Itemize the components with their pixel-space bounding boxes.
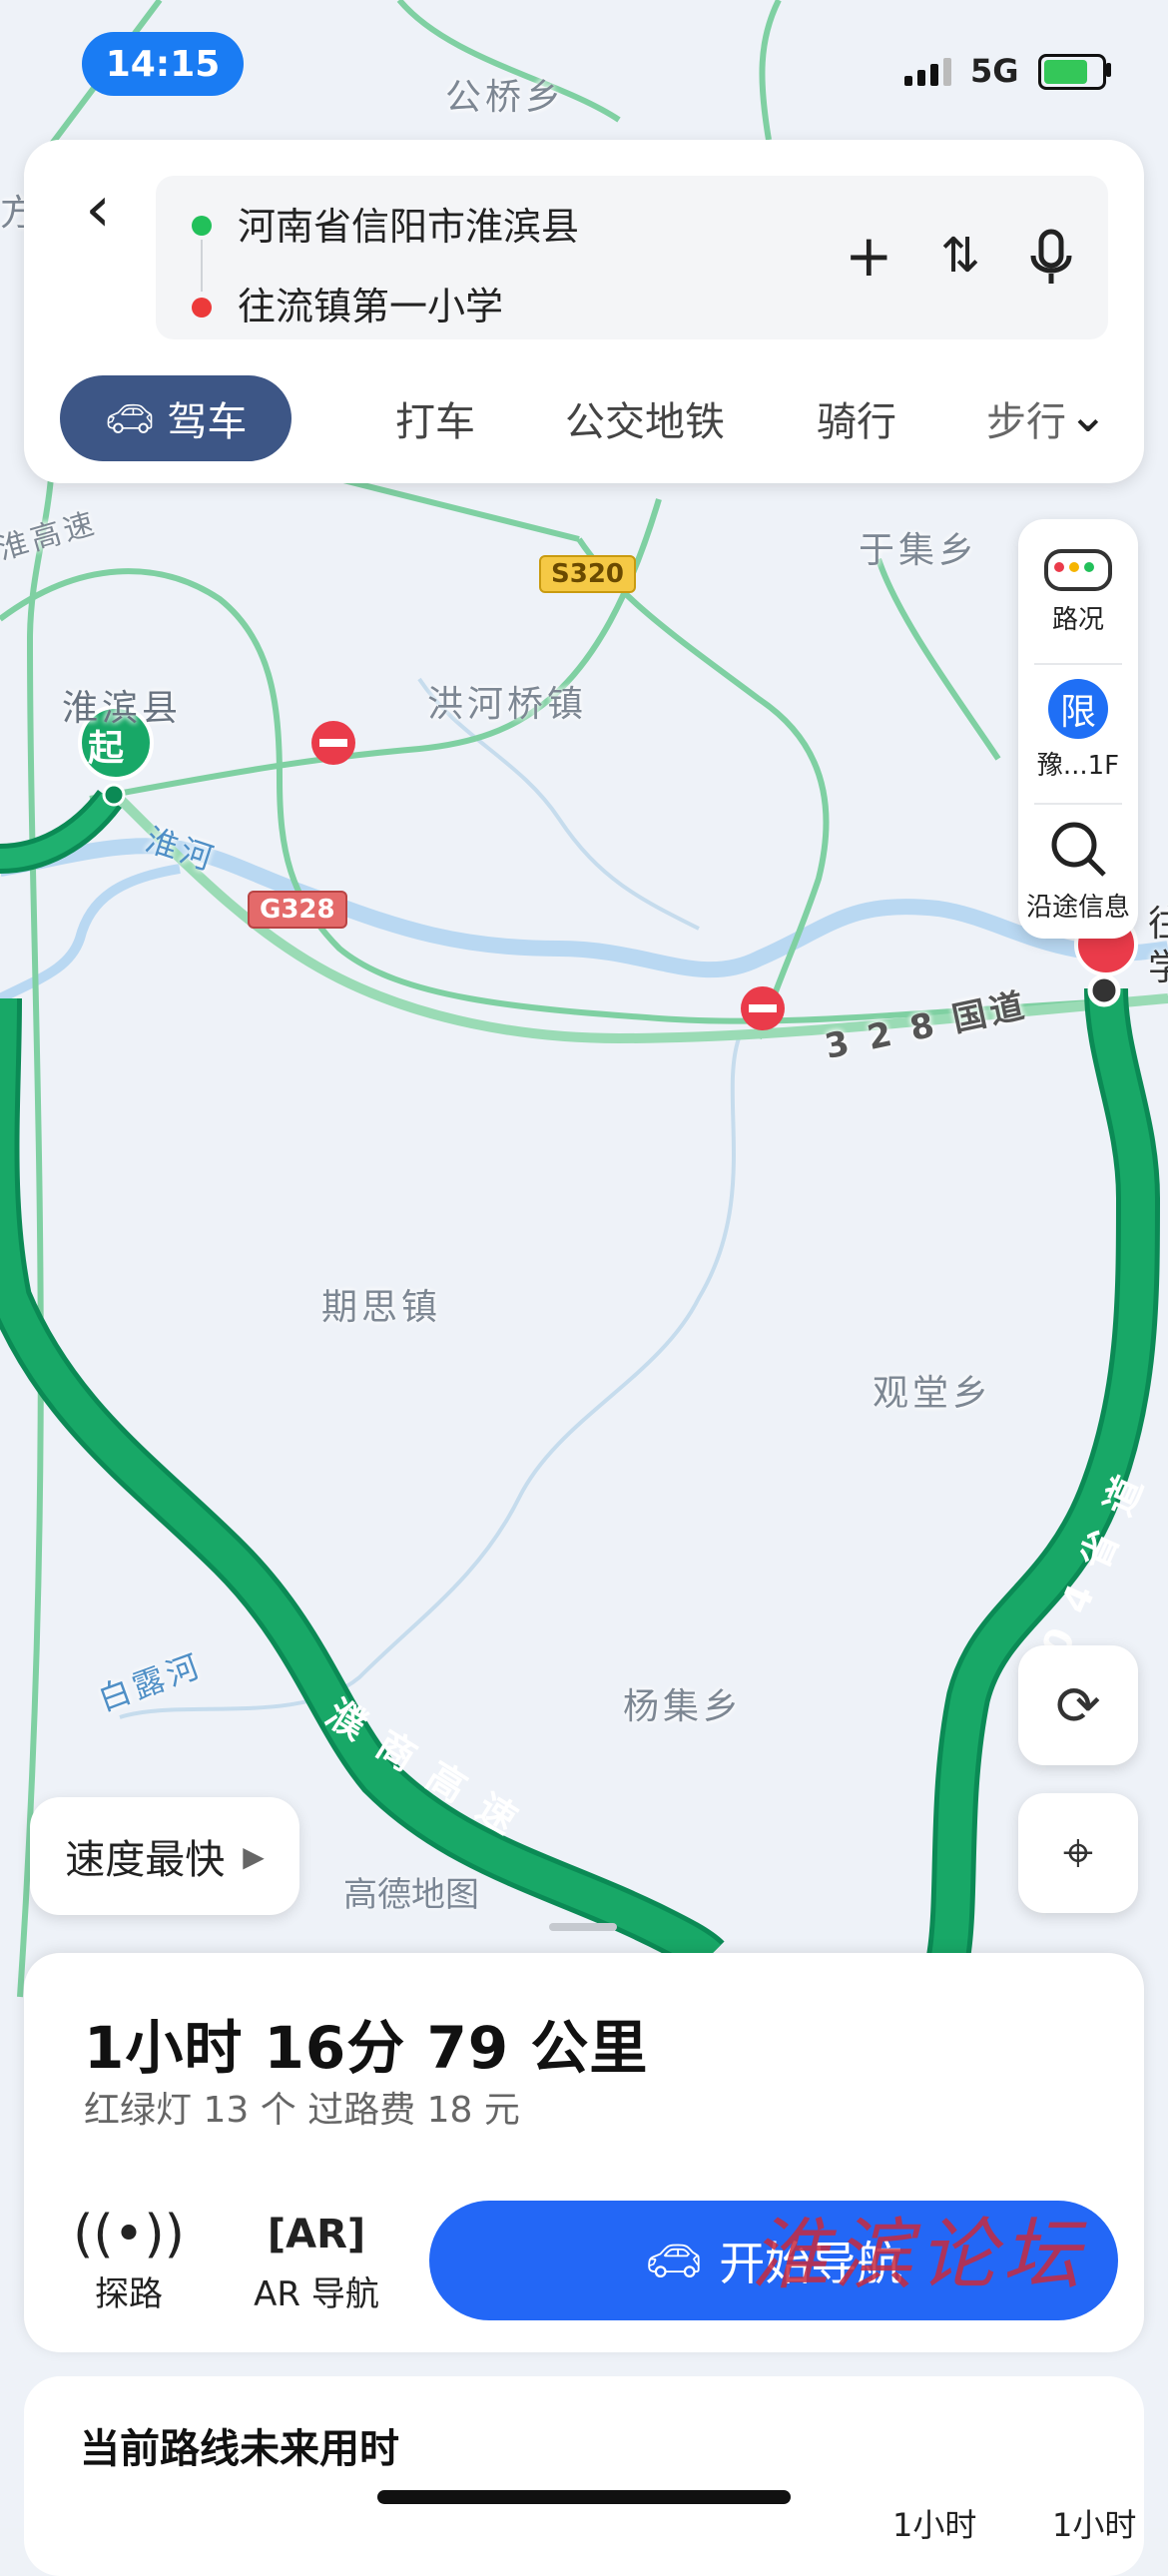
map-label-yangji: 杨集乡	[623, 1686, 744, 1727]
map-label-guantang: 观堂乡	[873, 1373, 993, 1414]
home-indicator[interactable]	[377, 2490, 791, 2504]
map-brand: 高德地图	[343, 1875, 479, 1915]
road-badge-g328: G328	[248, 891, 347, 929]
traffic-light-icon	[1044, 549, 1112, 591]
route-search-card: ‹ 河南省信阳市淮滨县 往流镇第一小学 + ⇅ 🚗︎ 驾车 打车 公交地铁 骑行…	[24, 140, 1144, 483]
destination-dot-icon	[192, 298, 212, 318]
map-label-honghe: 洪河桥镇	[427, 684, 588, 725]
plus-icon[interactable]: +	[845, 226, 893, 286]
tab-bike[interactable]: 骑行	[817, 375, 896, 461]
tab-drive[interactable]: 🚗︎ 驾车	[60, 375, 292, 461]
future-time-title: 当前路线未来用时	[80, 2426, 399, 2472]
refresh-icon: ⟳	[1055, 1673, 1101, 1737]
destination-field[interactable]: 往流镇第一小学	[238, 276, 503, 330]
map-label-edge-right-2: 学	[1148, 939, 1168, 990]
start-marker-label: 起	[88, 728, 125, 769]
locate-icon: ⌖	[1062, 1821, 1094, 1884]
explore-button[interactable]: ((•)) 探路	[64, 2203, 194, 2315]
drag-handle[interactable]	[549, 1923, 617, 1931]
tab-transit[interactable]: 公交地铁	[565, 375, 725, 461]
origin-dot-icon	[192, 216, 212, 236]
map-label-qisi: 期思镇	[321, 1287, 442, 1328]
ar-icon: [AR]	[267, 2212, 366, 2257]
chevron-left-icon: ‹	[85, 173, 111, 247]
future-time-label: 1小时	[892, 2506, 977, 2544]
network-type: 5G	[970, 52, 1019, 90]
broadcast-icon: ((•))	[73, 2205, 185, 2264]
caret-right-icon: ▶	[243, 1839, 265, 1873]
route-input-box: 河南省信阳市淮滨县 往流镇第一小学 + ⇅	[156, 176, 1108, 339]
future-time-card[interactable]: 当前路线未来用时 1小时 1小时	[24, 2376, 1144, 2576]
road-badge-s320: S320	[539, 555, 636, 593]
status-bar: 14:15 5G	[0, 0, 1168, 130]
locate-button[interactable]: ⌖	[1018, 1793, 1138, 1913]
search-icon	[1018, 817, 1138, 887]
battery-icon	[1038, 54, 1106, 90]
restriction-button[interactable]: 限 豫...1F	[1018, 679, 1138, 782]
status-time: 14:15	[82, 32, 244, 96]
future-time-label: 1小时	[1052, 2506, 1137, 2544]
along-route-button[interactable]: 沿途信息	[1018, 817, 1138, 924]
lights-toll: 红绿灯 13 个 过路费 18 元	[84, 2090, 520, 2131]
map-tools-panel: 路况 限 豫...1F 沿途信息	[1018, 519, 1138, 939]
swap-icon[interactable]: ⇅	[940, 226, 980, 286]
signal-icon	[904, 58, 951, 86]
restriction-icon: 限	[1048, 679, 1108, 739]
traffic-button[interactable]: 路况	[1018, 549, 1138, 636]
mic-icon[interactable]	[1026, 226, 1076, 296]
car-icon: 🚗︎	[104, 395, 156, 442]
eta-distance: 1小时 16分 79 公里	[84, 2014, 649, 2082]
route-preference-button[interactable]: 速度最快 ▶	[30, 1797, 299, 1915]
forum-watermark: 淮滨论坛	[751, 2211, 1087, 2300]
origin-field[interactable]: 河南省信阳市淮滨县	[238, 196, 579, 251]
tab-walk[interactable]: 步行	[986, 375, 1066, 461]
car-icon: 🚗︎	[644, 2233, 704, 2287]
tab-taxi[interactable]: 打车	[395, 375, 475, 461]
refresh-route-button[interactable]: ⟳	[1018, 1645, 1138, 1765]
transport-tabs: 🚗︎ 驾车 打车 公交地铁 骑行 步行 ⌄	[60, 375, 1108, 461]
ar-nav-button[interactable]: [AR] AR 导航	[242, 2203, 391, 2315]
chevron-down-icon[interactable]: ⌄	[1068, 387, 1108, 443]
map-label-yuji: 于集乡	[859, 530, 979, 571]
back-button[interactable]: ‹	[68, 170, 128, 250]
